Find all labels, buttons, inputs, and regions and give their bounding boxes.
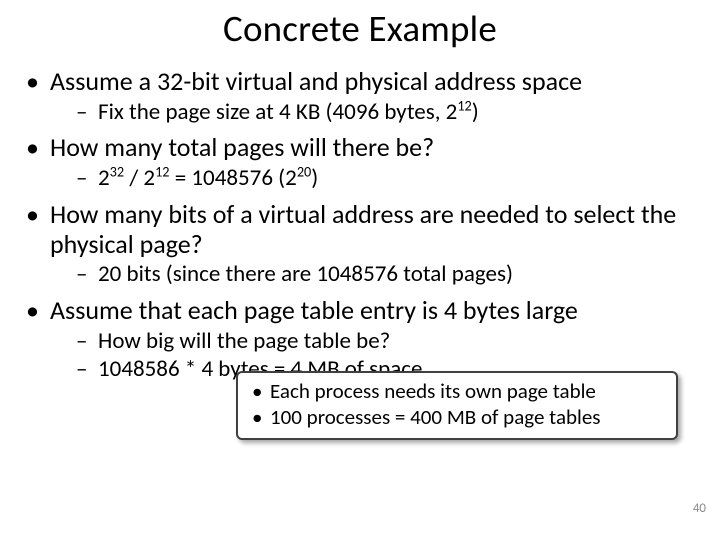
sub-list-3: 20 bits (since there are 1048576 total p…	[76, 261, 700, 287]
sub-2-1-sup2: 12	[155, 163, 169, 181]
sub-2-1-sup1: 32	[110, 163, 124, 181]
slide-title: Concrete Example	[0, 6, 720, 51]
bullet-1-text: Assume a 32-bit virtual and physical add…	[50, 65, 582, 97]
slide-body: Assume a 32-bit virtual and physical add…	[0, 67, 720, 383]
sub-1-1-a: Fix the page size at 4 KB (4096 bytes, 2	[98, 98, 457, 126]
slide: Concrete Example Assume a 32-bit virtual…	[0, 6, 720, 540]
callout-line-1: Each process needs its own page table	[248, 378, 666, 404]
bullet-3-text: How many bits of a virtual address are n…	[50, 198, 676, 260]
sub-4-1: How big will the page table be?	[76, 328, 700, 354]
sub-3-1: 20 bits (since there are 1048576 total p…	[76, 261, 700, 287]
callout-list: Each process needs its own page table 10…	[248, 378, 666, 431]
sub-list-2: 232 / 212 = 1048576 (220)	[76, 165, 700, 191]
sub-2-1-d: )	[311, 164, 318, 192]
bullet-list: Assume a 32-bit virtual and physical add…	[26, 67, 700, 383]
sub-3-1-text: 20 bits (since there are 1048576 total p…	[98, 260, 513, 288]
callout-line-2: 100 processes = 400 MB of page tables	[248, 404, 666, 430]
sub-list-1: Fix the page size at 4 KB (4096 bytes, 2…	[76, 99, 700, 125]
sub-2-1-a: 2	[98, 164, 110, 192]
sub-2-1: 232 / 212 = 1048576 (220)	[76, 165, 700, 191]
callout-box: Each process needs its own page table 10…	[236, 371, 678, 440]
bullet-3: How many bits of a virtual address are n…	[26, 200, 700, 288]
page-number: 40	[693, 501, 706, 516]
sub-1-1-sup: 12	[457, 96, 471, 114]
sub-2-1-c: = 1048576 (2	[170, 164, 297, 192]
callout-line-2-text: 100 processes = 400 MB of page tables	[270, 404, 601, 430]
sub-1-1: Fix the page size at 4 KB (4096 bytes, 2…	[76, 99, 700, 125]
bullet-1: Assume a 32-bit virtual and physical add…	[26, 67, 700, 125]
sub-2-1-b: / 2	[124, 164, 155, 192]
bullet-4: Assume that each page table entry is 4 b…	[26, 296, 700, 383]
callout-line-1-text: Each process needs its own page table	[270, 378, 596, 404]
bullet-4-text: Assume that each page table entry is 4 b…	[50, 294, 578, 326]
sub-4-1-text: How big will the page table be?	[98, 327, 390, 355]
sub-2-1-sup3: 20	[297, 163, 311, 181]
bullet-2-text: How many total pages will there be?	[50, 131, 434, 163]
bullet-2: How many total pages will there be? 232 …	[26, 133, 700, 191]
sub-1-1-b: )	[472, 98, 479, 126]
